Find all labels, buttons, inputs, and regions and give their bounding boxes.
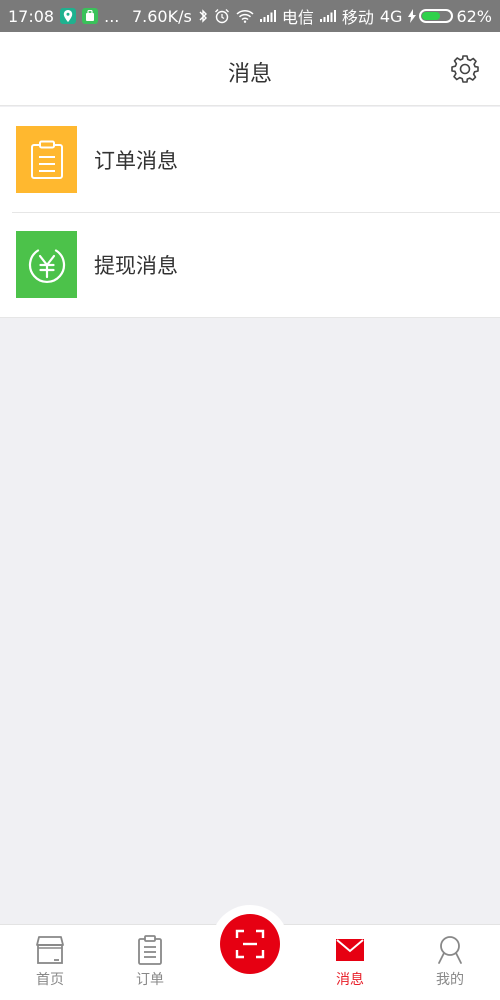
tab-orders[interactable]: 订单	[110, 933, 190, 989]
bottom-nav: 首页 订单 消息 我的	[0, 905, 500, 1000]
charging-icon	[408, 9, 417, 23]
status-bar: 17:08 ... 7.60K/s 电信 移动 4G 62%	[0, 0, 500, 32]
network-type: 4G	[379, 6, 403, 26]
clipboard-icon	[30, 140, 63, 179]
carrier-1: 电信	[281, 8, 314, 27]
tab-messages[interactable]: 消息	[310, 933, 390, 989]
battery-indicator: 62%	[408, 7, 492, 26]
tab-label: 消息	[336, 972, 364, 988]
network-speed: 7.60K/s	[131, 6, 192, 26]
user-icon	[438, 936, 462, 964]
status-time: 17:08	[8, 6, 55, 26]
envelope-icon	[336, 939, 364, 961]
signal-icon-1	[259, 10, 276, 22]
settings-button[interactable]	[450, 54, 480, 84]
location-app-icon	[60, 8, 77, 24]
alarm-icon	[214, 8, 230, 24]
yuan-coin-icon	[28, 248, 65, 283]
gear-icon	[451, 55, 479, 83]
scan-button[interactable]	[220, 914, 280, 974]
tab-label: 我的	[436, 972, 464, 988]
message-category-list: 订单消息 提现消息	[0, 107, 500, 318]
scan-button-wrap	[211, 905, 289, 983]
header: 消息	[0, 32, 500, 106]
battery-icon	[419, 9, 454, 23]
status-left: 17:08 ...	[8, 7, 119, 26]
battery-fill	[422, 12, 440, 20]
store-icon	[36, 936, 64, 964]
clipboard-icon	[138, 935, 162, 965]
order-messages-icon-tile	[16, 126, 77, 193]
tab-label: 首页	[36, 972, 64, 988]
withdraw-messages-icon-tile	[16, 231, 77, 298]
status-right: 7.60K/s 电信 移动 4G 62%	[132, 4, 492, 28]
scan-icon	[235, 929, 265, 959]
tab-mine[interactable]: 我的	[410, 933, 490, 989]
battery-percent: 62%	[456, 6, 492, 26]
list-item-label: 订单消息	[94, 148, 178, 173]
signal-icon-2	[319, 10, 336, 22]
bluetooth-icon	[198, 8, 208, 24]
tab-home[interactable]: 首页	[10, 933, 90, 989]
list-item-withdraw-messages[interactable]: 提现消息	[0, 212, 500, 317]
carrier-2: 移动	[341, 8, 374, 27]
tab-label: 订单	[136, 972, 164, 988]
wifi-icon	[236, 9, 254, 23]
list-item-order-messages[interactable]: 订单消息	[0, 107, 500, 212]
list-item-label: 提现消息	[94, 253, 178, 278]
page-title: 消息	[227, 62, 272, 87]
more-notifications-icon: ...	[104, 6, 120, 26]
app-notification-icon	[82, 8, 99, 24]
